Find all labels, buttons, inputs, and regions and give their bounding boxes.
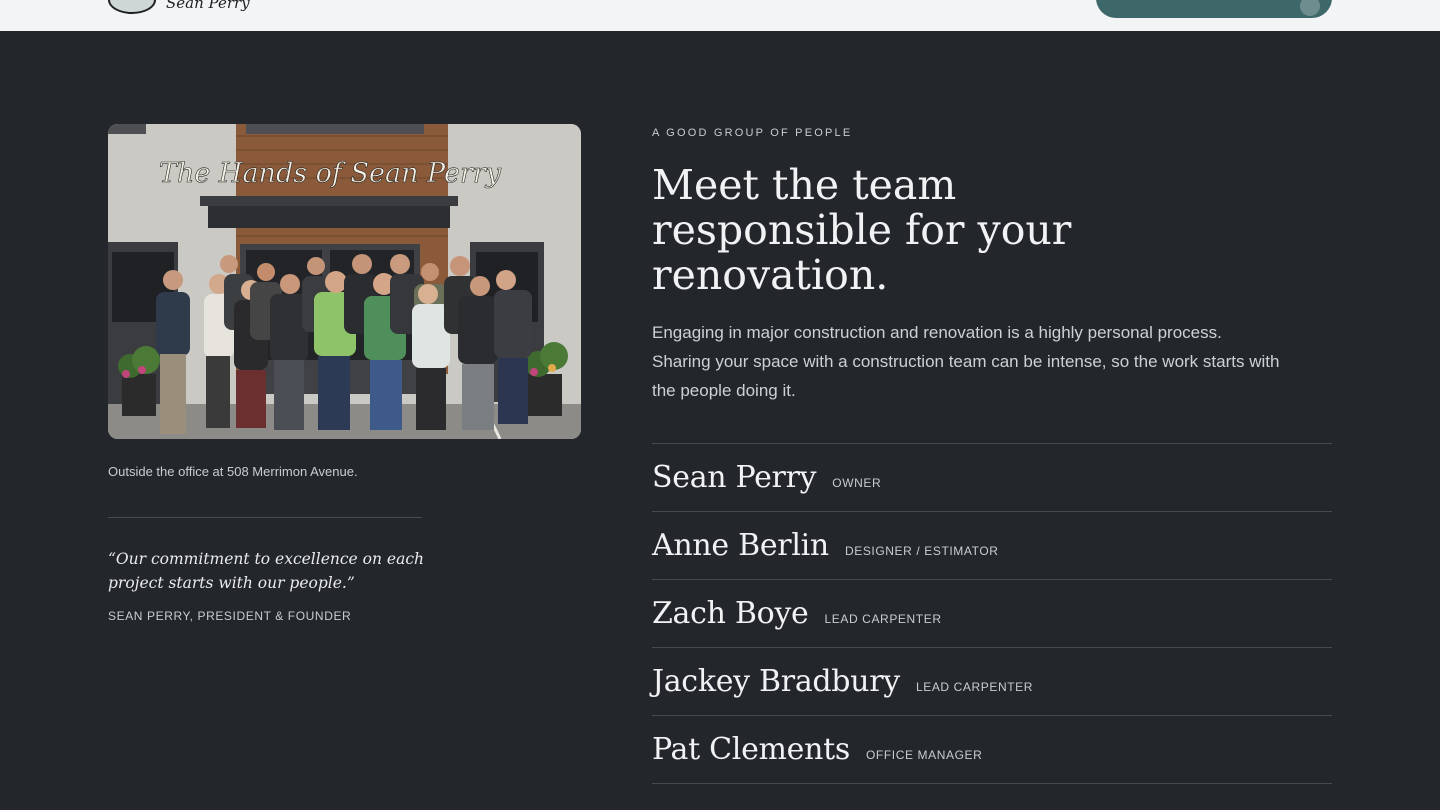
logo-text[interactable]: Sean Perry	[166, 0, 250, 12]
quote-divider	[108, 517, 422, 518]
team-member-name: Zach Boye	[652, 596, 809, 631]
team-member-role: DESIGNER / ESTIMATOR	[844, 543, 999, 558]
team-member-name: Pat Clements	[652, 732, 850, 767]
logo-icon[interactable]	[108, 0, 156, 14]
section-lede: Engaging in major construction and renov…	[652, 323, 1280, 400]
team-member[interactable]: Pat Clements OFFICE MANAGER	[652, 716, 1332, 784]
team-member-role: LEAD CARPENTER	[824, 611, 942, 626]
team-member[interactable]: Anne Berlin DESIGNER / ESTIMATOR	[652, 512, 1332, 580]
section-eyebrow: A GOOD GROUP OF PEOPLE	[652, 127, 853, 139]
team-member-role: OFFICE MANAGER	[866, 747, 983, 762]
team-member-name: Sean Perry	[652, 460, 817, 495]
team-member-name: Jackey Bradbury	[652, 664, 900, 699]
photo-caption: Outside the office at 508 Merrimon Avenu…	[108, 464, 358, 479]
team-list: Sean Perry OWNER Anne Berlin DESIGNER / …	[652, 443, 1332, 784]
storefront-sign-text: The Hands of Sean Perry	[159, 158, 502, 189]
team-member-role: OWNER	[832, 475, 882, 490]
team-member[interactable]: Sean Perry OWNER	[652, 444, 1332, 512]
section-headline: Meet the team responsible for your renov…	[652, 161, 1072, 299]
team-member[interactable]: Zach Boye LEAD CARPENTER	[652, 580, 1332, 648]
quote-attribution: SEAN PERRY, PRESIDENT & FOUNDER	[108, 609, 352, 623]
team-member-name: Anne Berlin	[652, 528, 829, 563]
team-member[interactable]: Jackey Bradbury LEAD CARPENTER	[652, 648, 1332, 716]
team-photo: The Hands of Sean Perry	[108, 124, 581, 439]
site-header: Sean Perry	[0, 0, 1440, 31]
founder-quote: “Our commitment to excellence on each pr…	[108, 550, 424, 592]
header-cta-button[interactable]	[1096, 0, 1332, 18]
team-member-role: LEAD CARPENTER	[915, 679, 1034, 694]
cta-arrow-icon	[1300, 0, 1320, 16]
